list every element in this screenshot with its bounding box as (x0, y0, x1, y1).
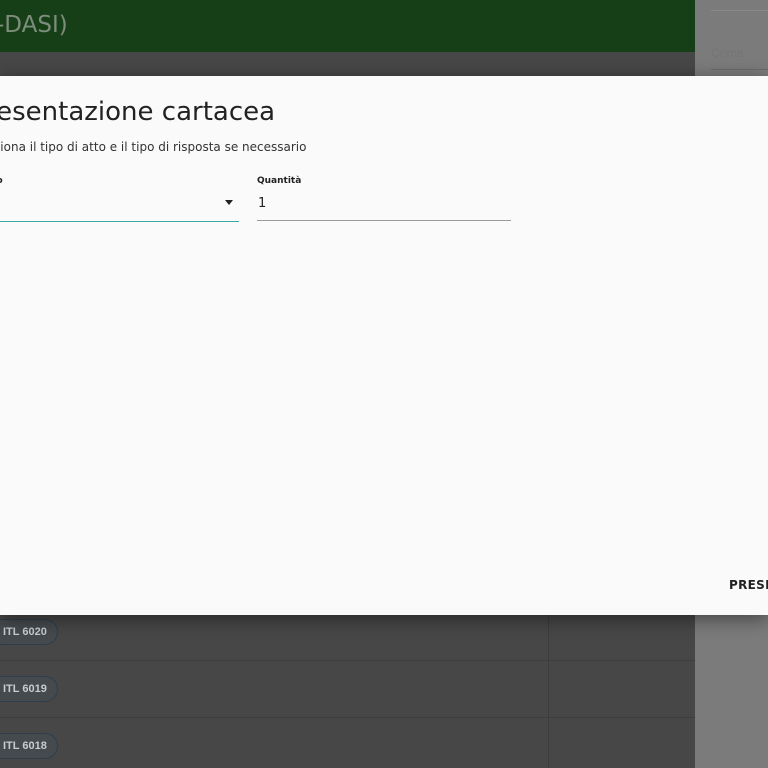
quantity-label: Quantità (257, 176, 302, 186)
dropdown-arrow-icon[interactable] (225, 200, 233, 205)
tipo-select[interactable]: po S (0, 176, 239, 222)
submit-button[interactable]: PRESEN (729, 578, 768, 592)
quantity-value[interactable]: 1 (258, 196, 266, 211)
paper-submission-dialog: resentazione cartacea ziona il tipo di a… (0, 76, 768, 615)
tipo-label: po (0, 176, 3, 186)
quantity-field[interactable]: Quantità 1 (257, 176, 511, 221)
dialog-subtitle: ziona il tipo di atto e il tipo di rispo… (0, 140, 307, 154)
dialog-title: resentazione cartacea (0, 97, 276, 127)
